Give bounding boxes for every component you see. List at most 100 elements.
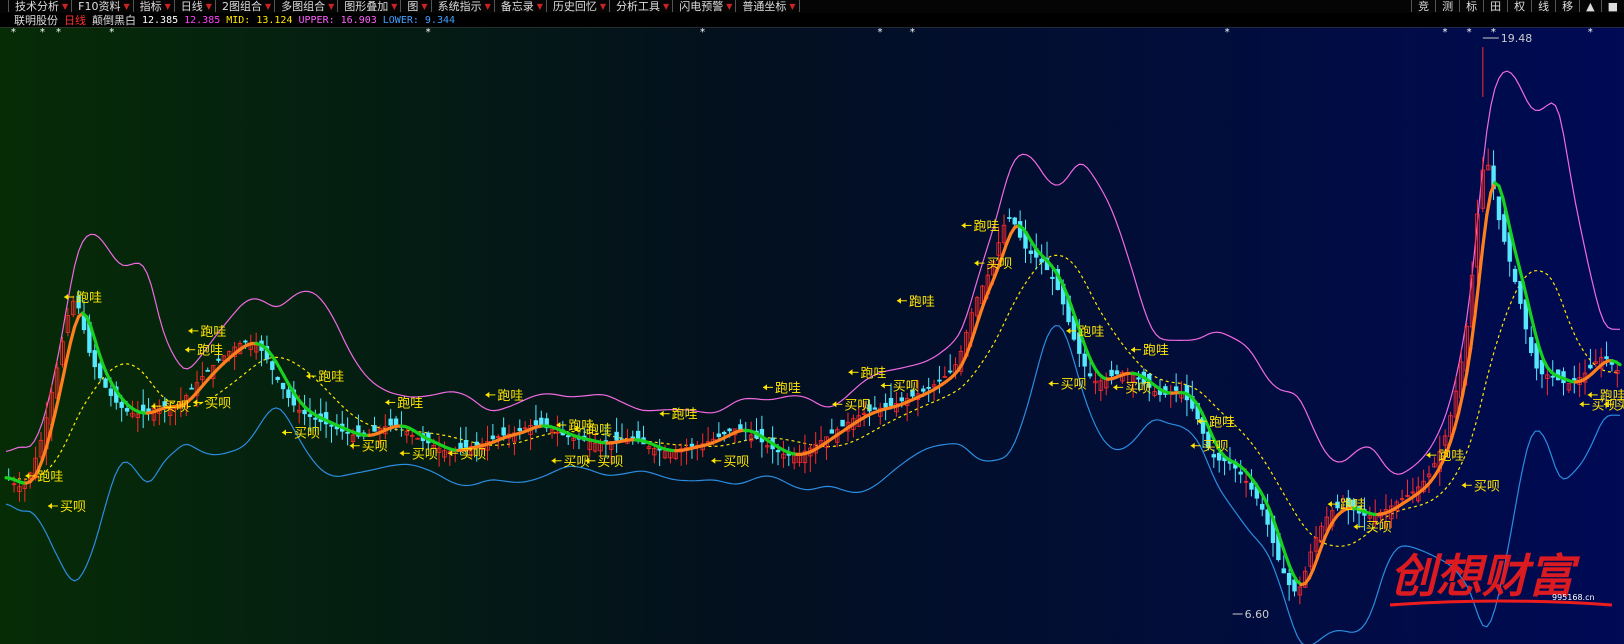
- toolbar-right-button[interactable]: 移: [1555, 0, 1579, 13]
- dropdown-arrow-icon[interactable]: ▼: [421, 1, 427, 12]
- candle-body: [689, 443, 695, 447]
- candle-body: [829, 429, 835, 434]
- buy-signal-label: 买呗: [1616, 398, 1624, 413]
- toolbar-right-button[interactable]: 田: [1483, 0, 1507, 13]
- high-price-label: 19.48: [1501, 32, 1533, 45]
- candle-body: [872, 407, 878, 410]
- toolbar-item-label: 2图组合: [221, 0, 262, 13]
- toolbar-item-label: 图: [407, 0, 419, 13]
- toolbar-item[interactable]: 技术分析 ▼: [9, 0, 73, 13]
- candle-body: [1114, 370, 1120, 375]
- indicator-name[interactable]: 颠倒黑白: [92, 13, 136, 27]
- marker-star-icon: *: [40, 27, 45, 38]
- dropdown-arrow-icon[interactable]: ▼: [206, 1, 212, 12]
- dropdown-arrow-icon[interactable]: ▼: [165, 1, 171, 12]
- toolbar-right-button[interactable]: 线: [1531, 0, 1555, 13]
- sell-signal-label: 跑哇: [909, 295, 935, 310]
- sell-signal-label: 跑哇: [973, 219, 999, 234]
- toolbar-right-button[interactable]: 标: [1459, 0, 1483, 13]
- toolbar-item-label: 闪电预警: [679, 0, 724, 13]
- trend-line-segment: [1614, 360, 1622, 367]
- candle-body: [501, 427, 506, 436]
- toolbar-right-button[interactable]: ▲: [1579, 0, 1600, 13]
- dropdown-arrow-icon[interactable]: ▼: [537, 1, 543, 12]
- sell-signal-label: 跑哇: [197, 344, 223, 359]
- candle-body: [124, 408, 130, 412]
- sell-signal-label: 跑哇: [775, 381, 801, 396]
- buy-signal-label: 买呗: [597, 455, 623, 470]
- sell-signal-label: 跑哇: [200, 325, 226, 340]
- chart-background: [0, 27, 1624, 644]
- candle-body: [566, 435, 571, 438]
- candle-body: [1087, 373, 1093, 377]
- toolbar-right-button[interactable]: 权: [1507, 0, 1531, 13]
- toolbar-item-label: 技术分析: [15, 0, 59, 13]
- indicator-legend: 联明股份 日线 颠倒黑白 12.385 12.385 MID: 13.124 U…: [0, 13, 1624, 27]
- dropdown-arrow-icon[interactable]: ▼: [485, 1, 491, 12]
- dropdown-arrow-icon[interactable]: ▼: [123, 1, 129, 12]
- dropdown-arrow-icon[interactable]: ▼: [789, 1, 795, 12]
- buy-signal-label: 买呗: [1125, 381, 1151, 396]
- chart-canvas[interactable]: 跑哇跑哇跑哇跑哇跑哇跑哇跑哇跑哇跑哇跑哇跑哇跑哇跑哇跑哇跑哇跑哇跑哇跑哇跑哇跑哇…: [0, 27, 1624, 644]
- marker-star-icon: *: [878, 27, 883, 38]
- toolbar-item-label: 分析工具: [616, 0, 661, 13]
- dropdown-arrow-icon[interactable]: ▼: [391, 1, 397, 12]
- buy-signal-label: 买呗: [1474, 479, 1500, 494]
- buy-signal-label: 买呗: [1366, 521, 1392, 536]
- candlestick-chart[interactable]: 跑哇 跑哇 跑哇 跑哇 跑哇 跑哇 跑哇 跑哇 跑哇 跑哇 跑哇 跑哇 跑哇 跑哇 跑哇 跑哇 跑哇 跑哇 跑哇 跑哇…: [0, 27, 1624, 644]
- toolbar-item[interactable]: 普通坐标 ▼: [736, 0, 800, 12]
- toolbar-item[interactable]: 系统指示 ▼: [432, 0, 495, 12]
- toolbar-item[interactable]: 2图组合 ▼: [216, 0, 276, 13]
- sell-signal-label: 跑哇: [586, 423, 612, 438]
- sell-signal-label: 跑哇: [397, 396, 423, 411]
- stock-name[interactable]: 联明股份: [14, 13, 58, 27]
- candle-body: [614, 431, 619, 441]
- candle-body: [1109, 369, 1114, 377]
- candle-body: [1249, 482, 1254, 490]
- candle-body: [1518, 280, 1523, 304]
- toolbar-item[interactable]: 日线 ▼: [175, 0, 216, 12]
- candle-body: [937, 379, 942, 382]
- buy-signal-label: 买呗: [163, 400, 189, 415]
- dropdown-arrow-icon[interactable]: ▼: [726, 1, 732, 12]
- upper-value: UPPER: 16.903: [298, 14, 377, 26]
- dropdown-arrow-icon[interactable]: ▼: [328, 1, 334, 12]
- toolbar-item[interactable]: 备忘录 ▼: [495, 0, 547, 12]
- marker-star-icon: *: [11, 27, 16, 38]
- sell-signal-label: 跑哇: [1209, 415, 1235, 430]
- toolbar-item[interactable]: 图形叠加 ▼: [338, 0, 402, 12]
- lower-value: LOWER: 9.344: [382, 14, 456, 26]
- toolbar-right-button[interactable]: ■: [1600, 0, 1624, 13]
- value-2: 12.385: [184, 14, 221, 26]
- sell-signal-label: 跑哇: [1143, 344, 1169, 359]
- sell-signal-label: 跑哇: [1340, 498, 1366, 513]
- candle-body: [1238, 471, 1243, 475]
- toolbar-item[interactable]: 闪电预警 ▼: [673, 0, 737, 13]
- toolbar-item-label: 日线: [180, 0, 203, 13]
- candle-body: [1082, 353, 1087, 367]
- candle-body: [1260, 503, 1265, 510]
- toolbar-right-button[interactable]: 测: [1435, 0, 1459, 13]
- buy-signal-label: 买呗: [412, 447, 438, 462]
- candle-body: [189, 387, 194, 390]
- toolbar-item[interactable]: 历史回忆 ▼: [547, 0, 611, 12]
- period-label[interactable]: 日线: [64, 13, 86, 27]
- candle-body: [1039, 258, 1044, 263]
- candle-body: [517, 427, 522, 432]
- candle-body: [280, 382, 286, 390]
- candle-body: [103, 378, 108, 388]
- candle-body: [738, 424, 743, 430]
- toolbar-right: 竞测标田权线移 ▲ ■: [1411, 0, 1624, 13]
- toolbar-item[interactable]: 图 ▼: [401, 0, 432, 13]
- toolbar-right-button[interactable]: 竞: [1411, 0, 1435, 13]
- dropdown-arrow-icon[interactable]: ▼: [663, 1, 669, 12]
- toolbar-item[interactable]: F10资料 ▼: [72, 0, 134, 12]
- toolbar-item[interactable]: 分析工具 ▼: [610, 0, 674, 13]
- candle-body: [146, 408, 151, 412]
- toolbar-item[interactable]: 多图组合 ▼: [275, 0, 339, 12]
- candle-body: [1211, 454, 1217, 458]
- dropdown-arrow-icon[interactable]: ▼: [62, 1, 68, 12]
- dropdown-arrow-icon[interactable]: ▼: [265, 1, 271, 12]
- toolbar-item[interactable]: 指标 ▼: [134, 0, 175, 12]
- dropdown-arrow-icon[interactable]: ▼: [600, 1, 606, 12]
